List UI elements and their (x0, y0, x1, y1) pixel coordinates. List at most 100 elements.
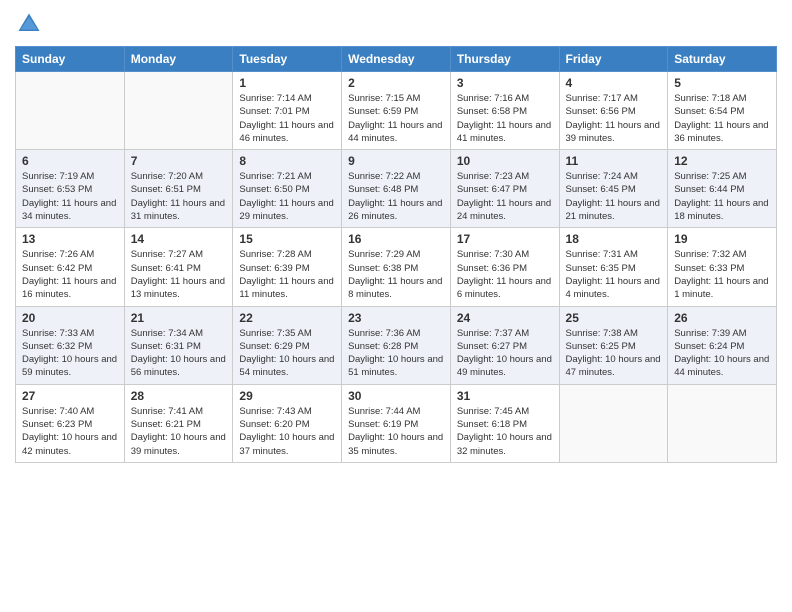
day-info: Sunrise: 7:29 AMSunset: 6:38 PMDaylight:… (348, 248, 444, 301)
day-info: Sunrise: 7:34 AMSunset: 6:31 PMDaylight:… (131, 327, 227, 380)
day-info: Sunrise: 7:36 AMSunset: 6:28 PMDaylight:… (348, 327, 444, 380)
day-info: Sunrise: 7:43 AMSunset: 6:20 PMDaylight:… (239, 405, 335, 458)
day-info: Sunrise: 7:23 AMSunset: 6:47 PMDaylight:… (457, 170, 553, 223)
day-cell: 3 Sunrise: 7:16 AMSunset: 6:58 PMDaylight… (450, 72, 559, 150)
day-number: 14 (131, 232, 227, 246)
day-info: Sunrise: 7:30 AMSunset: 6:36 PMDaylight:… (457, 248, 553, 301)
day-cell: 19 Sunrise: 7:32 AMSunset: 6:33 PMDayligh… (668, 228, 777, 306)
day-cell: 2 Sunrise: 7:15 AMSunset: 6:59 PMDaylight… (342, 72, 451, 150)
day-info: Sunrise: 7:45 AMSunset: 6:18 PMDaylight:… (457, 405, 553, 458)
day-cell: 6 Sunrise: 7:19 AMSunset: 6:53 PMDaylight… (16, 150, 125, 228)
calendar: SundayMondayTuesdayWednesdayThursdayFrid… (15, 46, 777, 463)
col-header-tuesday: Tuesday (233, 47, 342, 72)
day-info: Sunrise: 7:17 AMSunset: 6:56 PMDaylight:… (566, 92, 662, 145)
day-cell: 20 Sunrise: 7:33 AMSunset: 6:32 PMDayligh… (16, 306, 125, 384)
day-number: 7 (131, 154, 227, 168)
day-info: Sunrise: 7:16 AMSunset: 6:58 PMDaylight:… (457, 92, 553, 145)
day-number: 11 (566, 154, 662, 168)
day-info: Sunrise: 7:39 AMSunset: 6:24 PMDaylight:… (674, 327, 770, 380)
day-number: 20 (22, 311, 118, 325)
day-info: Sunrise: 7:15 AMSunset: 6:59 PMDaylight:… (348, 92, 444, 145)
day-number: 22 (239, 311, 335, 325)
day-number: 10 (457, 154, 553, 168)
day-info: Sunrise: 7:19 AMSunset: 6:53 PMDaylight:… (22, 170, 118, 223)
day-cell: 18Sunrise: 7:31 AMSunset: 6:35 PMDayligh… (559, 228, 668, 306)
day-number: 6 (22, 154, 118, 168)
day-cell: 8 Sunrise: 7:21 AMSunset: 6:50 PMDaylight… (233, 150, 342, 228)
day-info: Sunrise: 7:38 AMSunset: 6:25 PMDaylight:… (566, 327, 662, 380)
day-number: 5 (674, 76, 770, 90)
day-info: Sunrise: 7:25 AMSunset: 6:44 PMDaylight:… (674, 170, 770, 223)
week-row-4: 20 Sunrise: 7:33 AMSunset: 6:32 PMDayligh… (16, 306, 777, 384)
day-cell: 28 Sunrise: 7:41 AMSunset: 6:21 PMDayligh… (124, 384, 233, 462)
day-cell (124, 72, 233, 150)
day-number: 16 (348, 232, 444, 246)
col-header-sunday: Sunday (16, 47, 125, 72)
header-row: SundayMondayTuesdayWednesdayThursdayFrid… (16, 47, 777, 72)
day-info: Sunrise: 7:14 AMSunset: 7:01 PMDaylight:… (239, 92, 335, 145)
day-number: 31 (457, 389, 553, 403)
day-number: 21 (131, 311, 227, 325)
day-number: 24 (457, 311, 553, 325)
day-number: 26 (674, 311, 770, 325)
day-number: 28 (131, 389, 227, 403)
day-number: 29 (239, 389, 335, 403)
day-info: Sunrise: 7:33 AMSunset: 6:32 PMDaylight:… (22, 327, 118, 380)
week-row-2: 6 Sunrise: 7:19 AMSunset: 6:53 PMDaylight… (16, 150, 777, 228)
day-cell: 12 Sunrise: 7:25 AMSunset: 6:44 PMDayligh… (668, 150, 777, 228)
day-cell (559, 384, 668, 462)
day-cell: 4 Sunrise: 7:17 AMSunset: 6:56 PMDaylight… (559, 72, 668, 150)
day-info: Sunrise: 7:27 AMSunset: 6:41 PMDaylight:… (131, 248, 227, 301)
day-info: Sunrise: 7:24 AMSunset: 6:45 PMDaylight:… (566, 170, 662, 223)
day-info: Sunrise: 7:18 AMSunset: 6:54 PMDaylight:… (674, 92, 770, 145)
day-number: 15 (239, 232, 335, 246)
col-header-saturday: Saturday (668, 47, 777, 72)
col-header-wednesday: Wednesday (342, 47, 451, 72)
col-header-friday: Friday (559, 47, 668, 72)
day-number: 25 (566, 311, 662, 325)
day-info: Sunrise: 7:22 AMSunset: 6:48 PMDaylight:… (348, 170, 444, 223)
day-cell: 10 Sunrise: 7:23 AMSunset: 6:47 PMDayligh… (450, 150, 559, 228)
day-info: Sunrise: 7:26 AMSunset: 6:42 PMDaylight:… (22, 248, 118, 301)
day-number: 17 (457, 232, 553, 246)
day-info: Sunrise: 7:41 AMSunset: 6:21 PMDaylight:… (131, 405, 227, 458)
day-number: 30 (348, 389, 444, 403)
page: SundayMondayTuesdayWednesdayThursdayFrid… (0, 0, 792, 612)
day-cell: 31 Sunrise: 7:45 AMSunset: 6:18 PMDayligh… (450, 384, 559, 462)
day-cell: 22 Sunrise: 7:35 AMSunset: 6:29 PMDayligh… (233, 306, 342, 384)
day-cell: 27Sunrise: 7:40 AMSunset: 6:23 PMDayligh… (16, 384, 125, 462)
day-number: 4 (566, 76, 662, 90)
day-info: Sunrise: 7:32 AMSunset: 6:33 PMDaylight:… (674, 248, 770, 301)
day-number: 12 (674, 154, 770, 168)
day-cell: 15 Sunrise: 7:28 AMSunset: 6:39 PMDayligh… (233, 228, 342, 306)
day-number: 3 (457, 76, 553, 90)
day-info: Sunrise: 7:28 AMSunset: 6:39 PMDaylight:… (239, 248, 335, 301)
week-row-5: 27Sunrise: 7:40 AMSunset: 6:23 PMDayligh… (16, 384, 777, 462)
day-number: 19 (674, 232, 770, 246)
day-info: Sunrise: 7:20 AMSunset: 6:51 PMDaylight:… (131, 170, 227, 223)
day-info: Sunrise: 7:35 AMSunset: 6:29 PMDaylight:… (239, 327, 335, 380)
day-cell (668, 384, 777, 462)
day-cell: 13Sunrise: 7:26 AMSunset: 6:42 PMDayligh… (16, 228, 125, 306)
day-cell: 23 Sunrise: 7:36 AMSunset: 6:28 PMDayligh… (342, 306, 451, 384)
day-number: 27 (22, 389, 118, 403)
day-cell: 17 Sunrise: 7:30 AMSunset: 6:36 PMDayligh… (450, 228, 559, 306)
week-row-3: 13Sunrise: 7:26 AMSunset: 6:42 PMDayligh… (16, 228, 777, 306)
day-info: Sunrise: 7:37 AMSunset: 6:27 PMDaylight:… (457, 327, 553, 380)
week-row-1: 1Sunrise: 7:14 AMSunset: 7:01 PMDaylight… (16, 72, 777, 150)
day-cell: 5 Sunrise: 7:18 AMSunset: 6:54 PMDaylight… (668, 72, 777, 150)
day-cell: 14 Sunrise: 7:27 AMSunset: 6:41 PMDayligh… (124, 228, 233, 306)
day-cell: 26 Sunrise: 7:39 AMSunset: 6:24 PMDayligh… (668, 306, 777, 384)
day-cell: 7 Sunrise: 7:20 AMSunset: 6:51 PMDaylight… (124, 150, 233, 228)
day-info: Sunrise: 7:31 AMSunset: 6:35 PMDaylight:… (566, 248, 662, 301)
day-cell: 1Sunrise: 7:14 AMSunset: 7:01 PMDaylight… (233, 72, 342, 150)
day-number: 8 (239, 154, 335, 168)
day-cell: 11 Sunrise: 7:24 AMSunset: 6:45 PMDayligh… (559, 150, 668, 228)
col-header-monday: Monday (124, 47, 233, 72)
day-number: 2 (348, 76, 444, 90)
day-number: 23 (348, 311, 444, 325)
day-info: Sunrise: 7:21 AMSunset: 6:50 PMDaylight:… (239, 170, 335, 223)
day-cell: 16 Sunrise: 7:29 AMSunset: 6:38 PMDayligh… (342, 228, 451, 306)
day-cell: 30Sunrise: 7:44 AMSunset: 6:19 PMDayligh… (342, 384, 451, 462)
logo-icon (15, 10, 43, 38)
